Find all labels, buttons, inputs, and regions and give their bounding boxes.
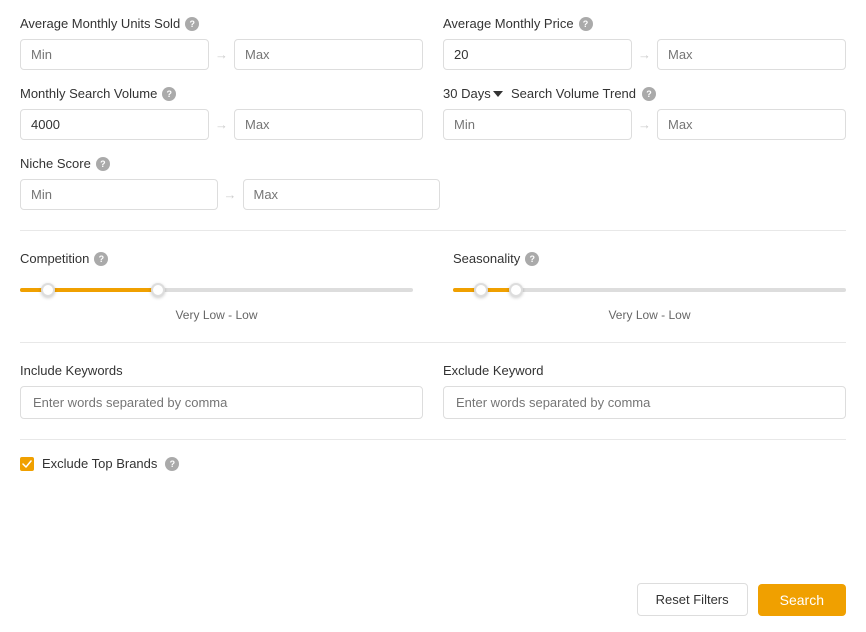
exclude-keyword-label: Exclude Keyword <box>443 363 846 378</box>
monthly-search-volume-range: 4000 → <box>20 109 423 140</box>
avg-monthly-units-max[interactable] <box>234 39 423 70</box>
exclude-brands-group: Exclude Top Brands ? <box>20 456 846 471</box>
trend-period-select[interactable]: 30 Days 7 Days 90 Days <box>443 86 505 101</box>
filters-panel: Average Monthly Units Sold ? → Average M… <box>0 0 866 632</box>
avg-monthly-units-group: Average Monthly Units Sold ? → <box>20 16 423 70</box>
seasonality-help-icon[interactable]: ? <box>525 252 539 266</box>
niche-score-max[interactable] <box>243 179 441 210</box>
competition-label: Competition ? <box>20 251 413 266</box>
footer-buttons: Reset Filters Search <box>637 583 846 616</box>
search-volume-trend-min[interactable] <box>443 109 632 140</box>
exclude-keyword-group: Exclude Keyword <box>443 363 846 419</box>
include-keywords-input[interactable] <box>20 386 423 419</box>
range-arrow-icon-4: → <box>638 117 651 132</box>
competition-group: Competition ? Very Low - Low <box>20 251 413 322</box>
seasonality-group: Seasonality ? Very Low - Low <box>453 251 846 322</box>
seasonality-thumb-left[interactable] <box>474 283 488 297</box>
sliders-section: Competition ? Very Low - Low Seasonality <box>20 251 846 343</box>
exclude-top-brands-label: Exclude Top Brands <box>42 456 157 471</box>
competition-track <box>20 288 413 292</box>
avg-monthly-units-help-icon[interactable]: ? <box>185 17 199 31</box>
reset-filters-button[interactable]: Reset Filters <box>637 583 748 616</box>
competition-slider[interactable] <box>20 280 413 300</box>
checkmark-icon <box>22 459 32 469</box>
sliders-row: Competition ? Very Low - Low Seasonality <box>20 251 846 322</box>
search-button[interactable]: Search <box>758 584 846 616</box>
seasonality-track <box>453 288 846 292</box>
range-arrow-icon-2: → <box>638 47 651 62</box>
range-arrow-icon-5: → <box>224 187 237 202</box>
avg-monthly-price-max[interactable] <box>657 39 846 70</box>
avg-monthly-units-range: → <box>20 39 423 70</box>
niche-score-label: Niche Score ? <box>20 156 440 171</box>
monthly-search-volume-label: Monthly Search Volume ? <box>20 86 423 101</box>
exclude-top-brands-help-icon[interactable]: ? <box>165 457 179 471</box>
seasonality-slider[interactable] <box>453 280 846 300</box>
avg-monthly-price-range: 20 → <box>443 39 846 70</box>
exclude-top-brands-checkbox[interactable] <box>20 457 34 471</box>
keywords-row: Include Keywords Exclude Keyword <box>20 363 846 419</box>
exclude-keyword-input[interactable] <box>443 386 846 419</box>
niche-score-min[interactable] <box>20 179 218 210</box>
range-arrow-icon-3: → <box>215 117 228 132</box>
monthly-search-volume-group: Monthly Search Volume ? 4000 → <box>20 86 423 140</box>
avg-monthly-price-help-icon[interactable]: ? <box>579 17 593 31</box>
search-volume-trend-help-icon[interactable]: ? <box>642 87 656 101</box>
niche-score-range: → <box>20 179 440 210</box>
competition-range-label: Very Low - Low <box>20 308 413 322</box>
competition-help-icon[interactable]: ? <box>94 252 108 266</box>
search-volume-trend-max[interactable] <box>657 109 846 140</box>
avg-monthly-units-min[interactable] <box>20 39 209 70</box>
search-volume-trend-range: → <box>443 109 846 140</box>
competition-thumb-left[interactable] <box>41 283 55 297</box>
search-volume-trend-group: 30 Days 7 Days 90 Days Search Volume Tre… <box>443 86 846 140</box>
monthly-search-volume-max[interactable] <box>234 109 423 140</box>
range-arrow-icon: → <box>215 47 228 62</box>
search-volume-trend-label: 30 Days 7 Days 90 Days Search Volume Tre… <box>443 86 846 101</box>
seasonality-range-label: Very Low - Low <box>453 308 846 322</box>
seasonality-label: Seasonality ? <box>453 251 846 266</box>
avg-monthly-price-group: Average Monthly Price ? 20 → <box>443 16 846 70</box>
niche-score-help-icon[interactable]: ? <box>96 157 110 171</box>
monthly-search-volume-min[interactable]: 4000 <box>20 109 209 140</box>
avg-monthly-units-label: Average Monthly Units Sold ? <box>20 16 423 31</box>
include-keywords-group: Include Keywords <box>20 363 423 419</box>
avg-monthly-price-min[interactable]: 20 <box>443 39 632 70</box>
seasonality-thumb-right[interactable] <box>509 283 523 297</box>
include-keywords-label: Include Keywords <box>20 363 423 378</box>
keywords-section: Include Keywords Exclude Keyword <box>20 363 846 440</box>
competition-thumb-right[interactable] <box>151 283 165 297</box>
monthly-search-volume-help-icon[interactable]: ? <box>162 87 176 101</box>
avg-monthly-price-label: Average Monthly Price ? <box>443 16 846 31</box>
niche-score-group: Niche Score ? → <box>20 156 440 210</box>
